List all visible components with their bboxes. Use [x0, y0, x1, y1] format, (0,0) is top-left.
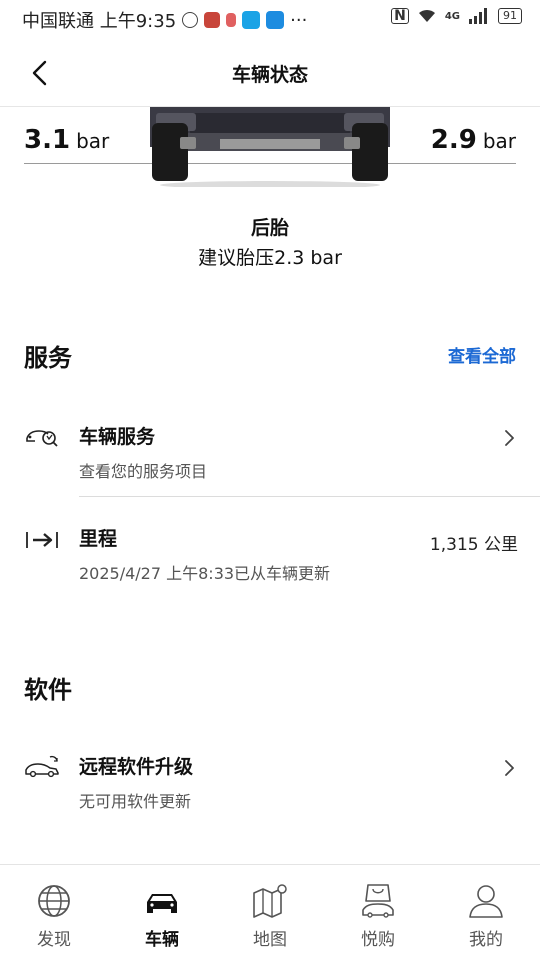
- more-notifications: ···: [290, 9, 308, 31]
- row-divider: [79, 496, 540, 497]
- app-notification-icon: [242, 11, 261, 29]
- mileage-value: 1,315 公里: [429, 535, 518, 555]
- nav-item-vehicle[interactable]: 车辆: [108, 865, 216, 961]
- network-type: 4G: [444, 10, 460, 22]
- recommended-pressure: 建议胎压2.3 bar: [198, 247, 342, 269]
- nav-label: 悦购: [361, 930, 395, 950]
- bottom-navigation: 发现 车辆 地图 悦购 我的: [0, 864, 540, 961]
- nav-item-map[interactable]: 地图: [216, 865, 324, 961]
- app-notification-icon: [226, 13, 237, 27]
- right-pressure-value: 2.9: [430, 125, 477, 155]
- see-all-link[interactable]: 查看全部: [448, 342, 516, 367]
- shopping-icon: [362, 884, 394, 918]
- nav-label: 我的: [469, 930, 503, 950]
- car-icon: [147, 894, 177, 913]
- services-section-title: 服务: [24, 344, 72, 372]
- status-bar: 中国联通 上午9:35 ··· N 4G 91: [0, 0, 540, 36]
- list-item-subtitle: 查看您的服务项目: [79, 462, 208, 481]
- list-item-title: 里程: [79, 528, 118, 550]
- tire-label: 后胎: [250, 217, 289, 239]
- chevron-right-icon: [505, 430, 514, 446]
- list-item-title: 远程软件升级: [79, 756, 194, 778]
- app-notification-icon: [204, 12, 221, 28]
- tire-pressure-panel: 3.1 bar 2.9 bar 后胎 建议胎压2.3 bar: [0, 107, 540, 297]
- battery-indicator: 91: [498, 8, 522, 24]
- nav-label: 发现: [37, 930, 71, 950]
- pressure-unit: bar: [76, 129, 110, 153]
- left-pressure-value: 3.1: [24, 125, 71, 155]
- wifi-icon: [418, 9, 435, 22]
- list-item-mileage: 里程 2025/4/27 上午8:33已从车辆更新 1,315 公里: [0, 514, 540, 594]
- signal-icon: [469, 8, 487, 24]
- remote-update-icon: [25, 755, 59, 778]
- pressure-unit: bar: [482, 129, 516, 153]
- car-service-icon: [26, 430, 58, 447]
- right-tire-pressure: 2.9 bar: [431, 125, 516, 155]
- page-title: 车辆状态: [231, 64, 308, 86]
- car-rear-image: [150, 107, 390, 187]
- nav-item-discover[interactable]: 发现: [0, 865, 108, 961]
- software-section-title: 软件: [24, 676, 72, 704]
- left-tire-pressure: 3.1 bar: [24, 125, 109, 155]
- nav-label: 地图: [253, 930, 287, 950]
- list-item-subtitle: 无可用软件更新: [79, 792, 192, 811]
- list-item-remote-update[interactable]: 远程软件升级 无可用软件更新: [0, 742, 540, 822]
- notification-icon: [182, 12, 199, 28]
- profile-icon: [469, 885, 503, 918]
- globe-icon: [38, 885, 70, 917]
- nav-label: 车辆: [145, 930, 179, 950]
- map-icon: [253, 884, 287, 918]
- app-notification-icon: [266, 11, 285, 29]
- app-header: 车辆状态: [0, 40, 540, 107]
- mileage-icon: [26, 532, 58, 548]
- carrier-time: 中国联通 上午9:35: [22, 11, 177, 32]
- list-item-subtitle: 2025/4/27 上午8:33已从车辆更新: [79, 564, 331, 583]
- nav-item-profile[interactable]: 我的: [432, 865, 540, 961]
- list-item-title: 车辆服务: [79, 426, 156, 448]
- nav-item-shop[interactable]: 悦购: [324, 865, 432, 961]
- list-item-vehicle-service[interactable]: 车辆服务 查看您的服务项目: [0, 410, 540, 497]
- chevron-right-icon: [505, 760, 514, 776]
- nfc-icon: N: [391, 8, 409, 24]
